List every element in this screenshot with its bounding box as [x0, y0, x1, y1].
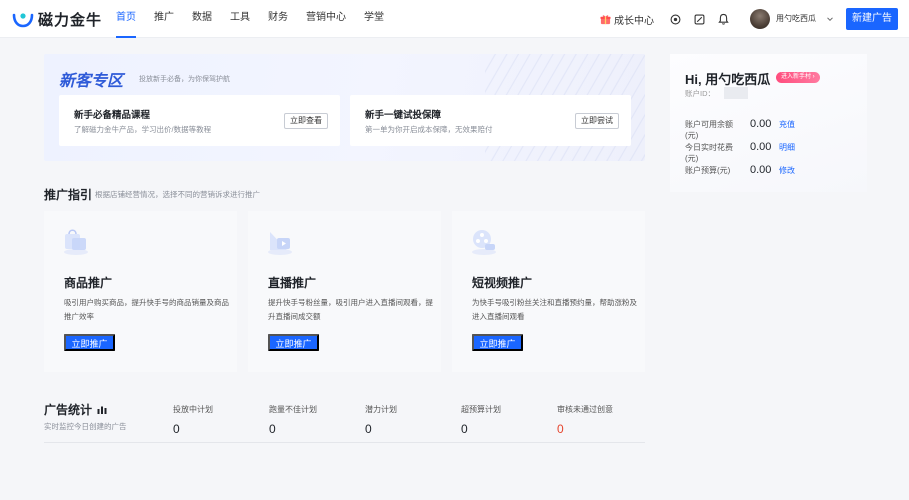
beginner-course-desc: 了解磁力金牛产品，学习出价/数据等教程: [74, 125, 212, 134]
beginner-course-title: 新手必备精品课程: [74, 110, 151, 121]
growth-center-label: 成长中心: [614, 15, 654, 27]
stat-label: 潜力计划: [365, 405, 397, 414]
nav-item-data[interactable]: 数据: [183, 0, 221, 38]
account-id-value: [724, 87, 748, 99]
nav-item-finance[interactable]: 财务: [259, 0, 297, 38]
stat-label: 审核未通过创意: [557, 405, 613, 414]
bar-chart-icon[interactable]: [97, 405, 107, 414]
promote-short-video-button[interactable]: 立即推广: [472, 334, 523, 351]
target-icon[interactable]: [668, 12, 682, 26]
shopping-bag-icon: [64, 229, 88, 255]
avatar[interactable]: [750, 9, 770, 29]
edit-note-icon[interactable]: [692, 12, 706, 26]
budget-label: 账户预算(元): [685, 166, 731, 175]
stat-delivering-plans[interactable]: 投放中计划 0: [173, 404, 213, 436]
banner-title: 新客专区: [59, 73, 124, 90]
logo-mark-icon: [12, 12, 34, 27]
top-navigation-bar: 磁力金牛 首页 推广 数据 工具 财务 营销中心 学堂 成长中心 用勺吃西瓜 新…: [0, 0, 909, 38]
nav-item-academy[interactable]: 学堂: [355, 0, 393, 38]
stat-value: 0: [557, 422, 564, 436]
user-name: 用勺吃西瓜: [776, 14, 816, 23]
promote-live-button[interactable]: 立即推广: [268, 334, 319, 351]
balance-value: 0.00: [750, 118, 772, 130]
promotion-guide-subtitle: 根据店铺经营情况，选择不同的营销诉求进行推广: [95, 190, 260, 199]
account-id-label: 账户ID：: [685, 89, 715, 98]
details-link[interactable]: 明细: [779, 142, 795, 153]
stat-rejected-creatives[interactable]: 审核未通过创意 0: [557, 404, 613, 436]
recharge-link[interactable]: 充值: [779, 119, 795, 130]
stat-poor-volume-plans[interactable]: 跑量不佳计划 0: [269, 404, 317, 436]
main-nav: 首页 推广 数据 工具 财务 营销中心 学堂: [107, 0, 393, 38]
banner-subtitle: 投放新手必备，为你保驾护航: [139, 76, 230, 83]
new-customer-banner: 新客专区 投放新手必备，为你保驾护航 新手必备精品课程 了解磁力金牛产品，学习出…: [44, 54, 645, 161]
gift-icon: [600, 14, 611, 24]
account-panel: Hi, 用勺吃西瓜 进入新手村 › 账户ID： 账户可用余额(元) 0.00 充…: [670, 54, 867, 192]
nav-item-tools[interactable]: 工具: [221, 0, 259, 38]
balance-label: 账户可用余额(元): [685, 120, 733, 140]
spend-label: 今日实时花费(元): [685, 143, 733, 163]
stat-over-budget-plans[interactable]: 超预算计划 0: [461, 404, 501, 436]
stat-value: 0: [269, 422, 276, 436]
nav-item-marketing-center[interactable]: 营销中心: [297, 0, 355, 38]
account-greeting: Hi, 用勺吃西瓜: [685, 72, 771, 87]
stat-label: 投放中计划: [173, 405, 213, 414]
stats-divider: [44, 442, 645, 443]
try-now-button[interactable]: 立即尝试: [575, 113, 619, 129]
stat-value: 0: [461, 422, 468, 436]
stat-label: 跑量不佳计划: [269, 405, 317, 414]
header-tools: 成长中心 用勺吃西瓜 新建广告: [600, 7, 898, 31]
live-promotion-desc: 提升快手号粉丝量，吸引用户进入直播间观看，提升直播间成交额: [268, 298, 433, 321]
user-info[interactable]: 用勺吃西瓜: [776, 14, 816, 24]
product-promotion-desc: 吸引用户购买商品，提升快手号的商品销量及商品推广效率: [64, 298, 229, 321]
trial-guarantee-desc: 第一单为你开启成本保障，无效果赔付: [365, 125, 493, 134]
spend-row: 今日实时花费(元) 0.00 明细: [685, 141, 795, 164]
short-video-promotion-desc: 为快手号吸引粉丝关注和直播预约量，帮助涨粉及进入直播间观看: [472, 298, 637, 321]
live-promotion-card: 直播推广 提升快手号粉丝量，吸引用户进入直播间观看，提升直播间成交额 立即推广: [248, 211, 441, 372]
promote-product-button[interactable]: 立即推广: [64, 334, 115, 351]
beginner-course-box: 新手必备精品课程 了解磁力金牛产品，学习出价/数据等教程 立即查看: [59, 95, 340, 146]
trial-guarantee-box: 新手一键试投保障 第一单为你开启成本保障，无效果赔付 立即尝试: [350, 95, 631, 146]
new-ad-button[interactable]: 新建广告: [846, 8, 898, 30]
trial-guarantee-title: 新手一键试投保障: [365, 110, 442, 121]
edit-budget-link[interactable]: 修改: [779, 165, 795, 176]
bell-icon[interactable]: [716, 12, 730, 26]
promotion-guide-title: 推广指引: [44, 188, 93, 202]
balance-row: 账户可用余额(元) 0.00 充值: [685, 118, 795, 141]
ad-stats-title-text: 广告统计: [44, 403, 93, 417]
stat-value: 0: [365, 422, 372, 436]
stat-label: 超预算计划: [461, 405, 501, 414]
nav-item-promotion[interactable]: 推广: [145, 0, 183, 38]
product-promotion-card: 商品推广 吸引用户购买商品，提升快手号的商品销量及商品推广效率 立即推广: [44, 211, 237, 372]
product-promotion-title: 商品推广: [64, 276, 113, 290]
view-now-button[interactable]: 立即查看: [284, 113, 328, 129]
short-video-promotion-card: 短视频推广 为快手号吸引粉丝关注和直播预约量，帮助涨粉及进入直播间观看 立即推广: [452, 211, 645, 372]
newbie-village-badge[interactable]: 进入新手村 ›: [776, 72, 820, 83]
nav-item-home[interactable]: 首页: [107, 0, 145, 38]
video-reel-icon: [472, 230, 496, 255]
ad-stats-subtitle: 实时监控今日创建的广告: [44, 422, 127, 431]
ad-stats-title: 广告统计: [44, 401, 107, 418]
growth-center-link[interactable]: 成长中心: [600, 12, 654, 27]
logo[interactable]: 磁力金牛: [12, 9, 102, 30]
live-promotion-title: 直播推广: [268, 276, 317, 290]
logo-text: 磁力金牛: [38, 12, 103, 29]
stat-potential-plans[interactable]: 潜力计划 0: [365, 404, 397, 436]
budget-row: 账户预算(元) 0.00 修改: [685, 164, 795, 176]
chevron-down-icon[interactable]: [826, 15, 834, 23]
short-video-promotion-title: 短视频推广: [472, 276, 533, 290]
stat-value: 0: [173, 422, 180, 436]
budget-value: 0.00: [750, 164, 772, 176]
live-stream-icon: [268, 232, 292, 255]
spend-value: 0.00: [750, 141, 772, 153]
